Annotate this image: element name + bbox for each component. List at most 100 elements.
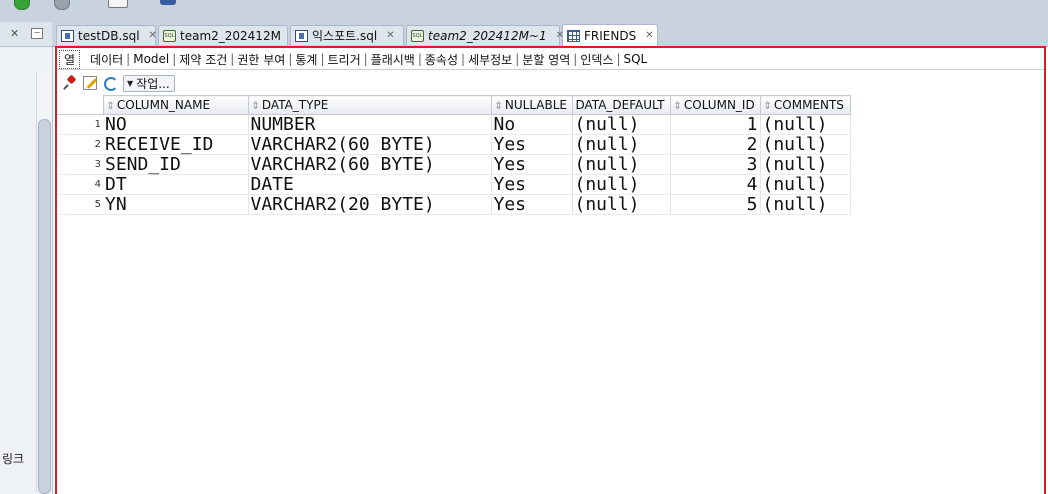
cell-column-name[interactable]: NO <box>103 114 249 135</box>
cell-data-default[interactable]: (null) <box>572 114 671 135</box>
subtab-data[interactable]: 데이터 <box>88 51 125 68</box>
row-number: 1 <box>57 114 103 135</box>
row-number: 5 <box>57 194 103 215</box>
cell-data-type[interactable]: DATE <box>248 174 492 195</box>
cell-nullable[interactable]: Yes <box>491 194 573 215</box>
cell-column-name[interactable]: YN <box>103 194 249 215</box>
cell-column-id[interactable]: 4 <box>670 174 761 195</box>
row-number: 2 <box>57 134 103 155</box>
row-number: 4 <box>57 174 103 195</box>
tab-label: FRIENDS <box>584 28 637 43</box>
table-row[interactable]: 2 RECEIVE_ID VARCHAR2(60 BYTE) Yes (null… <box>57 134 851 155</box>
cell-column-name[interactable]: RECEIVE_ID <box>103 134 249 155</box>
table-row[interactable]: 3 SEND_ID VARCHAR2(60 BYTE) Yes (null) 3… <box>57 154 851 175</box>
close-icon[interactable]: ✕ <box>645 30 653 41</box>
cell-nullable[interactable]: Yes <box>491 174 573 195</box>
column-header-label: COLUMN_ID <box>683 98 755 112</box>
subtab-indexes[interactable]: 인덱스 <box>578 51 615 68</box>
subtab-details[interactable]: 세부정보 <box>466 51 514 68</box>
cell-data-default[interactable]: (null) <box>572 194 671 215</box>
sql-file-icon <box>61 29 74 42</box>
subtab-statistics[interactable]: 통계 <box>293 51 319 68</box>
sort-icon: ⇕ <box>673 101 682 112</box>
sort-icon: ⇕ <box>106 101 115 112</box>
cell-comments[interactable]: (null) <box>760 194 851 215</box>
cell-data-default[interactable]: (null) <box>572 154 671 175</box>
close-icon[interactable]: ✕ <box>149 30 157 41</box>
subtab-constraints[interactable]: 제약 조건 <box>177 51 229 68</box>
refresh-icon[interactable] <box>103 76 119 91</box>
column-header[interactable]: ⇕ COLUMN_ID <box>669 95 761 115</box>
tab-team2-202412m-1[interactable]: SQL team2_202412M~1 ✕ <box>406 25 564 45</box>
close-icon[interactable]: ✕ <box>10 27 19 40</box>
tab-label: 익스포트.sql <box>312 29 378 43</box>
tab-label: team2_202412M~1 <box>428 28 547 43</box>
run-icon[interactable] <box>14 0 30 10</box>
table-row[interactable]: 4 DT DATE Yes (null) 4 (null) <box>57 174 851 195</box>
cell-data-default[interactable]: (null) <box>572 174 671 195</box>
tab-label: team2_202412M <box>180 28 281 43</box>
subtab-dependencies[interactable]: 종속성 <box>423 51 460 68</box>
subtab-triggers[interactable]: 트리거 <box>326 51 363 68</box>
column-header[interactable]: DATA_DEFAULT <box>571 95 671 115</box>
row-number: 3 <box>57 154 103 175</box>
cell-nullable[interactable]: No <box>491 114 573 135</box>
tab-team2-202412m[interactable]: SQL team2_202412M ✕ <box>158 25 298 45</box>
edit-icon[interactable] <box>83 76 97 90</box>
cell-column-name[interactable]: DT <box>103 174 249 195</box>
cell-data-type[interactable]: NUMBER <box>248 114 492 135</box>
sql-file-icon <box>295 29 308 42</box>
pin-icon[interactable] <box>63 76 77 90</box>
find-db-object-icon[interactable] <box>160 0 176 5</box>
column-header[interactable]: ⇕ COMMENTS <box>759 95 851 115</box>
table-editor-panel: 열 데이터 | Model | 제약 조건 | 권한 부여 | 통계 | 트리거… <box>55 46 1046 494</box>
cell-data-type[interactable]: VARCHAR2(60 BYTE) <box>248 134 492 155</box>
cell-column-id[interactable]: 3 <box>670 154 761 175</box>
sidebar-link-label[interactable]: 링크 <box>2 450 24 467</box>
minimize-icon[interactable]: − <box>31 28 43 39</box>
scrollbar-thumb[interactable] <box>38 119 51 494</box>
cell-column-id[interactable]: 2 <box>670 134 761 155</box>
subtab-columns[interactable]: 열 <box>59 49 81 69</box>
cell-data-default[interactable]: (null) <box>572 134 671 155</box>
cell-comments[interactable]: (null) <box>760 114 851 135</box>
column-header[interactable]: ⇕ COLUMN_NAME <box>102 95 249 115</box>
cell-nullable[interactable]: Yes <box>491 134 573 155</box>
close-icon[interactable]: ✕ <box>386 30 394 41</box>
rownum-header <box>57 95 103 115</box>
subtab-model[interactable]: Model <box>131 52 171 66</box>
cell-data-type[interactable]: VARCHAR2(60 BYTE) <box>248 154 492 175</box>
column-header-label: COMMENTS <box>773 98 844 112</box>
cell-data-type[interactable]: VARCHAR2(20 BYTE) <box>248 194 492 215</box>
subtab-sql[interactable]: SQL <box>621 52 649 66</box>
tab-friends[interactable]: FRIENDS ✕ <box>562 24 658 46</box>
column-header[interactable]: ⇕ DATA_TYPE <box>247 95 492 115</box>
panel-scrollbar[interactable] <box>36 72 51 494</box>
history-icon[interactable] <box>54 0 70 10</box>
actions-dropdown-button[interactable]: ▼ 작업... <box>123 74 175 92</box>
sql-worksheet-icon[interactable] <box>108 0 128 8</box>
top-toolbar <box>0 0 1048 23</box>
column-header-label: DATA_TYPE <box>261 98 329 112</box>
cell-column-id[interactable]: 1 <box>670 114 761 135</box>
subtab-flashback[interactable]: 플래시백 <box>369 51 417 68</box>
tab-testdb-sql[interactable]: testDB.sql ✕ <box>56 25 157 45</box>
cell-column-name[interactable]: SEND_ID <box>103 154 249 175</box>
actions-label: 작업... <box>136 76 170 91</box>
connections-panel: ✕ − 링크 <box>0 22 53 494</box>
cell-comments[interactable]: (null) <box>760 134 851 155</box>
cell-nullable[interactable]: Yes <box>491 154 573 175</box>
sql-connection-icon: SQL <box>411 29 424 42</box>
table-row[interactable]: 1 NO NUMBER No (null) 1 (null) <box>57 114 851 135</box>
column-header[interactable]: ⇕ NULLABLE <box>490 95 573 115</box>
column-header-label: NULLABLE <box>504 98 568 112</box>
tab-export-sql[interactable]: 익스포트.sql ✕ <box>290 25 404 45</box>
cell-column-id[interactable]: 5 <box>670 194 761 215</box>
cell-comments[interactable]: (null) <box>760 174 851 195</box>
column-header-label: DATA_DEFAULT <box>575 98 665 112</box>
cell-comments[interactable]: (null) <box>760 154 851 175</box>
subtab-partitions[interactable]: 분할 영역 <box>520 51 572 68</box>
table-row[interactable]: 5 YN VARCHAR2(20 BYTE) Yes (null) 5 (nul… <box>57 194 851 215</box>
subtab-grants[interactable]: 권한 부여 <box>235 51 287 68</box>
columns-toolbar: ▼ 작업... <box>63 73 175 93</box>
